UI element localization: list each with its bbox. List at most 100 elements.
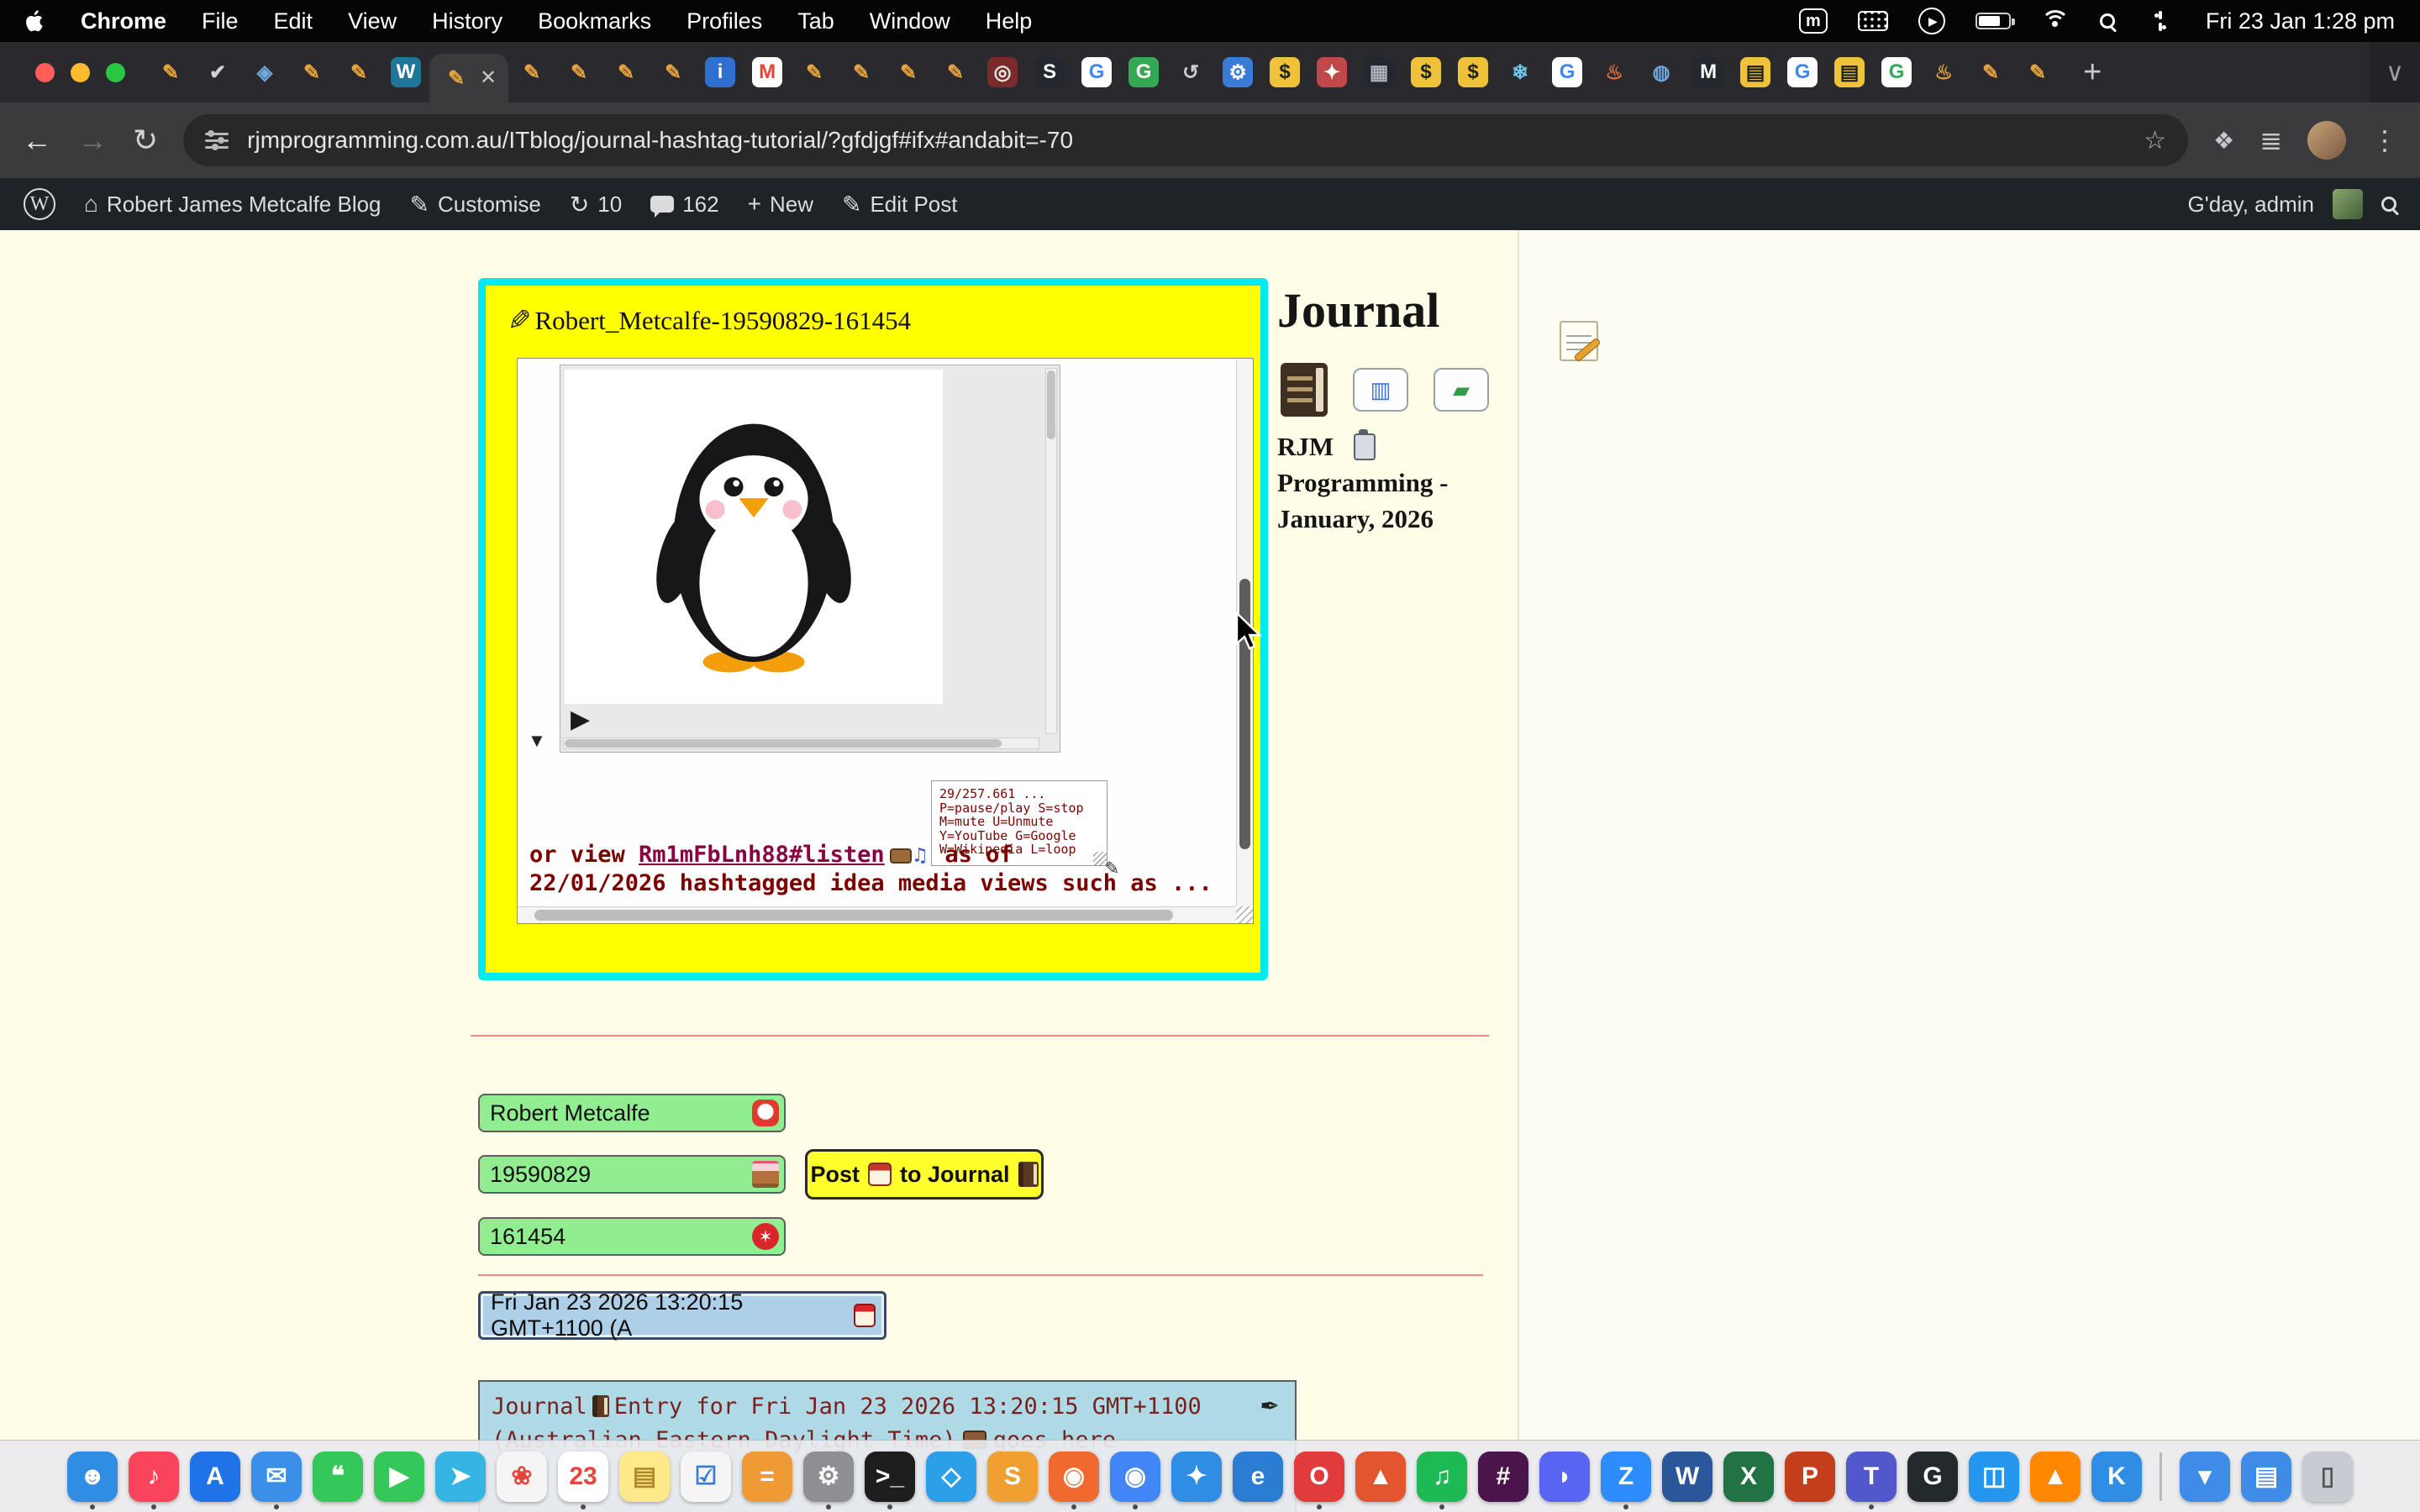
pinned-tab[interactable]: ✔	[203, 57, 233, 87]
pinned-tab[interactable]: ✎	[893, 57, 923, 87]
pinned-tab[interactable]: ◍	[1646, 57, 1676, 87]
bookmark-star-icon[interactable]: ☆	[2144, 126, 2166, 155]
comments-link[interactable]: 162	[650, 192, 718, 218]
menu-item-history[interactable]: History	[432, 8, 502, 34]
dock-reminders-icon[interactable]: ☑	[681, 1452, 731, 1502]
widget-button-green[interactable]: ▰	[1434, 368, 1489, 412]
dock-mail-icon[interactable]: ✉	[251, 1452, 302, 1502]
pinned-tab[interactable]: ✎	[564, 57, 594, 87]
active-tab[interactable]: ✎ ✕	[429, 54, 508, 102]
pinned-tab[interactable]: $	[1458, 57, 1488, 87]
menu-bar-clock[interactable]: Fri 23 Jan 1:28 pm	[2206, 8, 2395, 34]
dock-notes-icon[interactable]: ▤	[619, 1452, 670, 1502]
pinned-tab[interactable]: ♨	[1599, 57, 1629, 87]
wordpress-logo-icon[interactable]: W	[24, 188, 55, 220]
pinned-tab[interactable]: W	[391, 57, 421, 87]
wifi-icon[interactable]	[2041, 10, 2070, 32]
howdy-greeting[interactable]: G'day, admin	[2188, 192, 2314, 218]
frame-resize-corner[interactable]	[1236, 906, 1253, 923]
media-hscroll-thumb[interactable]	[565, 739, 1002, 748]
dock-vlc-icon[interactable]: ▲	[2030, 1452, 2081, 1502]
listen-link[interactable]: Rm1mFbLnh88#listen	[639, 842, 885, 868]
pinned-tab[interactable]: ▤	[1740, 57, 1770, 87]
dock-system-settings-icon[interactable]: ⚙	[803, 1452, 854, 1502]
dock-slack-icon[interactable]: #	[1478, 1452, 1528, 1502]
dock-documents-folder-icon[interactable]: ▤	[2241, 1452, 2291, 1502]
tab-search-chevron[interactable]: ∨	[2370, 42, 2420, 102]
updates-link[interactable]: ↻ 10	[570, 191, 622, 218]
pinned-tab[interactable]: G	[1787, 57, 1818, 87]
pinned-tab[interactable]: G	[1881, 57, 1912, 87]
control-center-icon[interactable]	[2145, 11, 2175, 31]
pinned-tab[interactable]: M	[1693, 57, 1723, 87]
post-to-journal-button[interactable]: Post to Journal	[805, 1149, 1044, 1200]
pinned-tab[interactable]: ✎	[297, 57, 327, 87]
window-minimize-button[interactable]	[71, 63, 90, 82]
menu-item-file[interactable]: File	[202, 8, 239, 34]
address-bar[interactable]: rjmprogramming.com.au/ITblog/journal-has…	[183, 114, 2188, 166]
menu-item-edit[interactable]: Edit	[274, 8, 313, 34]
dock-calculator-icon[interactable]: =	[742, 1452, 792, 1502]
dock-docker-icon[interactable]: ◫	[1969, 1452, 2019, 1502]
dock-word-icon[interactable]: W	[1662, 1452, 1712, 1502]
site-info-icon[interactable]	[205, 129, 229, 151]
dock-app-store-icon[interactable]: A	[190, 1452, 240, 1502]
window-zoom-button[interactable]	[106, 63, 125, 82]
memo-note-icon[interactable]	[1560, 321, 1598, 361]
window-close-button[interactable]	[35, 63, 55, 82]
pinned-tab[interactable]: ▤	[1834, 57, 1865, 87]
dock-sublime-icon[interactable]: S	[987, 1452, 1038, 1502]
dock-github-icon[interactable]: G	[1907, 1452, 1958, 1502]
pinned-tab[interactable]: ▦	[1364, 57, 1394, 87]
widget-button-blue[interactable]: ▥	[1353, 368, 1408, 412]
url-text[interactable]: rjmprogramming.com.au/ITblog/journal-has…	[247, 127, 1073, 154]
pinned-tab[interactable]: i	[705, 57, 735, 87]
pinned-tab[interactable]: ◎	[987, 57, 1018, 87]
profile-avatar[interactable]	[2307, 121, 2346, 160]
site-name-link[interactable]: ⌂ Robert James Metcalfe Blog	[84, 191, 381, 218]
pinned-tab[interactable]: ✎	[658, 57, 688, 87]
dock-music-icon[interactable]: ♪	[129, 1452, 179, 1502]
menu-item-tab[interactable]: Tab	[797, 8, 834, 34]
admin-avatar[interactable]	[2333, 189, 2363, 219]
play-button[interactable]: ▶	[571, 705, 590, 734]
browser-menu-icon[interactable]: ⋮	[2371, 124, 2398, 156]
dock-opera-icon[interactable]: O	[1294, 1452, 1344, 1502]
menu-item-chrome[interactable]: Chrome	[81, 8, 166, 34]
dock-finder-icon[interactable]: ☻	[67, 1452, 118, 1502]
dock-zoom-icon[interactable]: Z	[1601, 1452, 1651, 1502]
back-button[interactable]: ←	[22, 123, 52, 158]
name-input[interactable]	[478, 1094, 786, 1132]
menu-item-bookmarks[interactable]: Bookmarks	[538, 8, 651, 34]
pinned-tab[interactable]: ✎	[155, 57, 186, 87]
time-input[interactable]	[478, 1217, 786, 1256]
dock-edge-icon[interactable]: e	[1233, 1452, 1283, 1502]
pinned-tab[interactable]: ✎	[846, 57, 876, 87]
pinned-tab[interactable]: ✎	[344, 57, 374, 87]
birthdate-input[interactable]	[478, 1155, 786, 1194]
menu-item-window[interactable]: Window	[870, 8, 950, 34]
dock-downloads-folder-icon[interactable]: ▾	[2180, 1452, 2230, 1502]
journal-notebook-icon[interactable]	[1281, 363, 1328, 417]
reload-button[interactable]: ↻	[133, 123, 158, 158]
dock-spotify-icon[interactable]: ♫	[1417, 1452, 1467, 1502]
pinned-tab[interactable]: ⚙	[1223, 57, 1253, 87]
pinned-tab[interactable]: $	[1411, 57, 1441, 87]
menu-item-profiles[interactable]: Profiles	[687, 8, 762, 34]
dock-trash-icon[interactable]: ▯	[2302, 1452, 2353, 1502]
dock-photos-icon[interactable]: ❀	[497, 1452, 547, 1502]
customise-link[interactable]: ✎ Customise	[410, 191, 541, 218]
media-player-frame[interactable]: ▶	[560, 365, 1060, 753]
play-status-icon[interactable]: ▶	[1918, 8, 1945, 34]
dock-firefox-icon[interactable]: ◉	[1049, 1452, 1099, 1502]
pinned-tab[interactable]: $	[1270, 57, 1300, 87]
dock-safari-icon[interactable]: ✦	[1171, 1452, 1222, 1502]
dock-facetime-icon[interactable]: ▶	[374, 1452, 424, 1502]
dock-discord-icon[interactable]: ◗	[1539, 1452, 1590, 1502]
pinned-tab[interactable]: ✎	[517, 57, 547, 87]
dropdown-arrow-icon[interactable]: ▼	[528, 730, 546, 752]
dock-chrome-icon[interactable]: ◉	[1110, 1452, 1160, 1502]
new-tab-button[interactable]: +	[2083, 55, 2102, 91]
tab-close-icon[interactable]: ✕	[480, 68, 497, 88]
dock-teams-icon[interactable]: T	[1846, 1452, 1897, 1502]
